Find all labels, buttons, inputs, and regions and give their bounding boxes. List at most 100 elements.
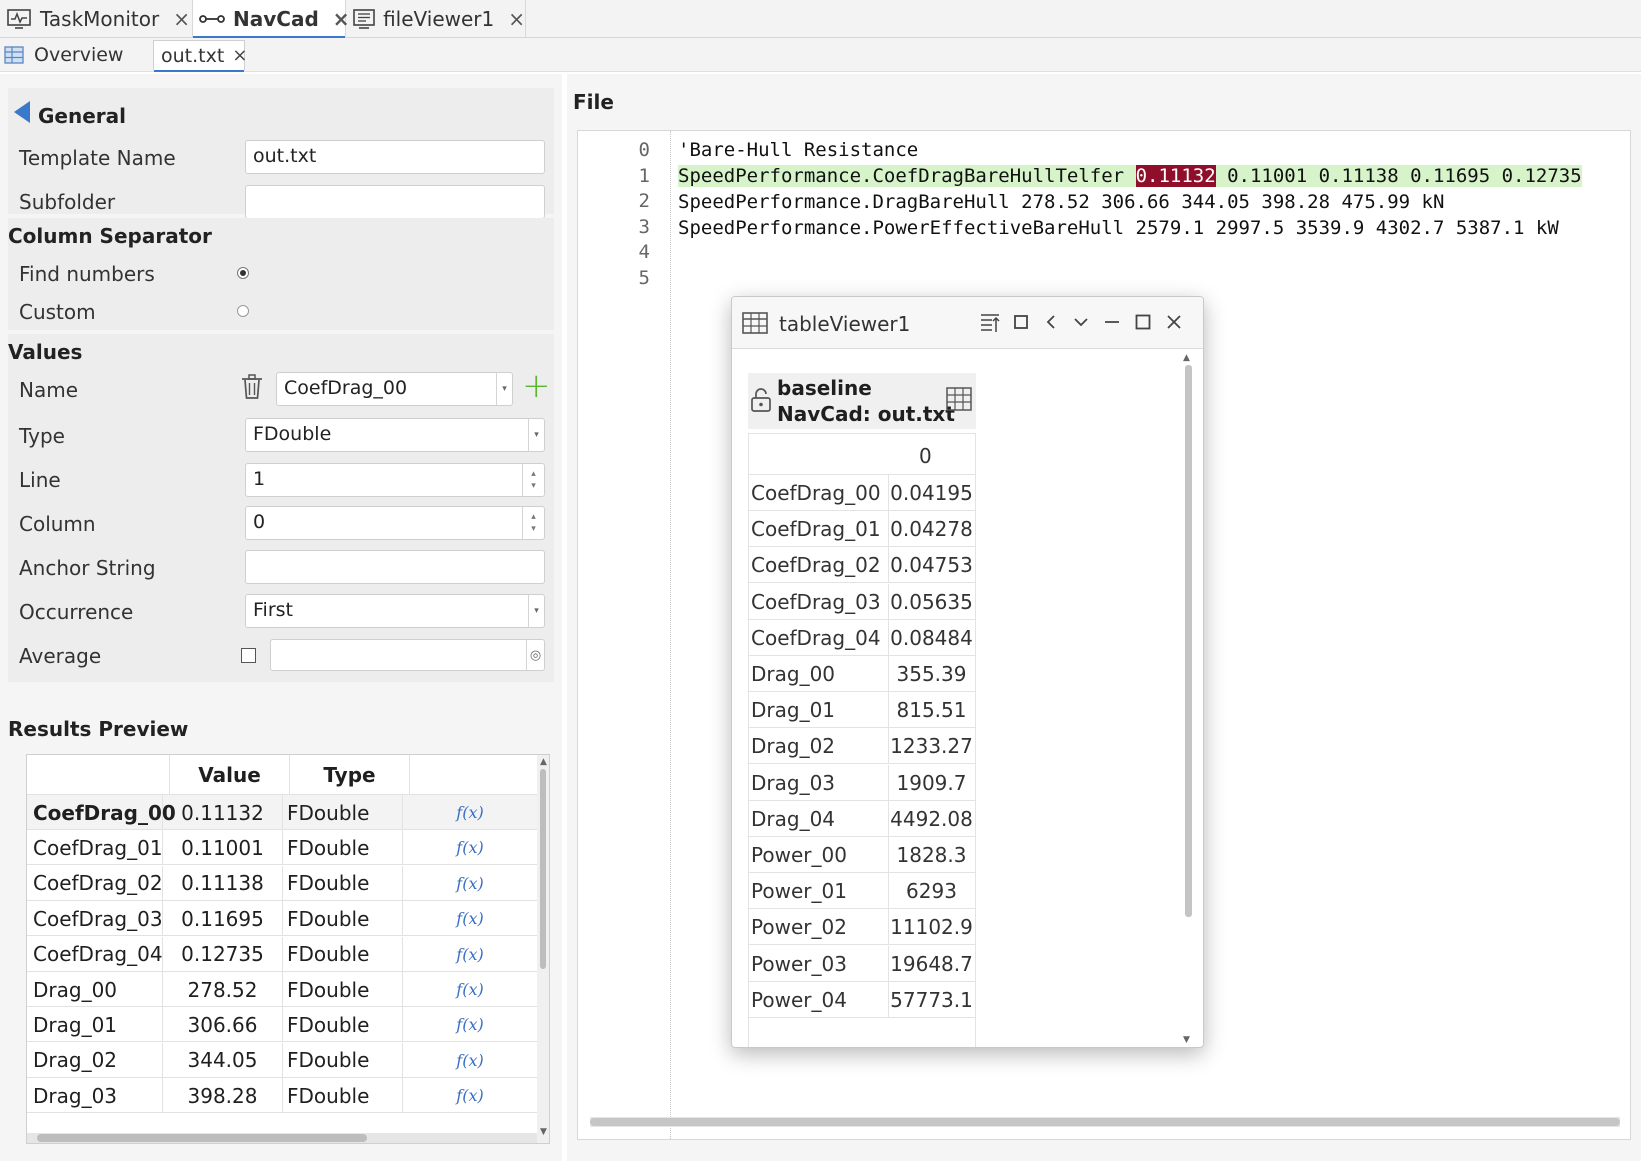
table-row[interactable]: Power_03 19648.7 — [748, 945, 976, 982]
table-row[interactable]: CoefDrag_00 0.04195 — [748, 475, 976, 511]
occurrence-select[interactable]: First ▾ — [245, 594, 545, 628]
table-row[interactable]: CoefDrag_04 0.12735 FDouble f(x) — [27, 936, 537, 972]
tab-taskmonitor[interactable]: TaskMonitor × — [0, 0, 193, 37]
trash-icon[interactable] — [241, 374, 263, 400]
table-row[interactable]: CoefDrag_02 0.04753 — [748, 547, 976, 584]
average-input[interactable]: ◎ — [270, 639, 545, 671]
spinner-arrows-icon[interactable]: ▴ ▾ — [522, 507, 544, 539]
row-name: Drag_01 — [27, 1007, 163, 1043]
file-title: File — [573, 90, 614, 114]
close-icon[interactable]: × — [173, 7, 190, 31]
tab-navcad[interactable]: NavCad × — [193, 0, 350, 39]
target-icon[interactable]: ◎ — [526, 640, 544, 670]
table-column-header-row: 0 — [748, 433, 976, 475]
table-header: Type — [290, 755, 410, 795]
table-viewer-window: tableViewer1 baseline NavCad: out.txt 0 … — [731, 296, 1204, 1048]
horizontal-scrollbar[interactable] — [590, 1117, 1620, 1127]
type-select[interactable]: FDouble ▾ — [245, 418, 545, 452]
custom-radio[interactable] — [237, 305, 249, 317]
row-value: 6293 — [888, 873, 974, 910]
name-select-value: CoefDrag_00 — [284, 377, 408, 399]
table-row[interactable]: Drag_01 815.51 — [748, 692, 976, 729]
chevron-left-icon[interactable] — [1038, 309, 1064, 335]
table-row[interactable]: Drag_04 4492.08 — [748, 800, 976, 837]
row-value: 4492.08 — [888, 800, 974, 837]
row-type: FDouble — [283, 936, 403, 972]
vertical-scrollbar[interactable]: ▲ ▼ — [537, 755, 549, 1143]
vertical-scrollbar[interactable]: ▲ ▼ — [1182, 353, 1194, 1045]
function-icon[interactable]: f(x) — [456, 874, 483, 893]
add-value-icon[interactable]: + — [522, 369, 551, 403]
close-icon[interactable] — [1161, 309, 1187, 335]
subfolder-input[interactable] — [245, 185, 545, 219]
find-numbers-radio[interactable] — [237, 267, 249, 279]
table-row[interactable]: CoefDrag_02 0.11138 FDouble f(x) — [27, 865, 537, 901]
close-icon[interactable]: × — [232, 45, 247, 66]
row-name: Drag_00 — [27, 972, 163, 1007]
table-row[interactable]: Drag_01 306.66 FDouble f(x) — [27, 1007, 537, 1043]
code-line-3[interactable]: SpeedPerformance.PowerEffectiveBareHull … — [678, 217, 1559, 239]
window-title-bar[interactable]: tableViewer1 — [732, 297, 1203, 349]
column-value: 0 — [253, 511, 266, 533]
minimize-icon[interactable] — [1099, 309, 1125, 335]
restore-icon[interactable] — [1008, 309, 1034, 335]
table-row[interactable]: CoefDrag_00 0.11132 FDouble f(x) — [27, 795, 537, 830]
table-row[interactable]: Drag_02 1233.27 — [748, 728, 976, 765]
lock-open-icon[interactable] — [750, 387, 772, 413]
row-name: Drag_01 — [751, 698, 836, 723]
table-row[interactable]: Drag_03 398.28 FDouble f(x) — [27, 1078, 537, 1114]
sort-icon[interactable] — [977, 309, 1003, 335]
function-icon[interactable]: f(x) — [456, 1086, 483, 1105]
row-name: Drag_03 — [751, 770, 836, 795]
tab-fileviewer1[interactable]: fileViewer1 × — [346, 0, 526, 37]
table-row[interactable]: CoefDrag_01 0.04278 — [748, 511, 976, 548]
table-row[interactable]: Drag_00 355.39 — [748, 656, 976, 692]
code-line-1[interactable]: SpeedPerformance.CoefDragBareHullTelfer … — [678, 165, 1582, 187]
average-checkbox[interactable] — [241, 648, 256, 663]
table-row[interactable]: Drag_02 344.05 FDouble f(x) — [27, 1042, 537, 1078]
table-row[interactable]: Power_01 6293 — [748, 873, 976, 910]
collapse-triangle-icon[interactable] — [14, 101, 30, 123]
template-name-input[interactable]: out.txt — [245, 140, 545, 174]
horizontal-scrollbar[interactable] — [27, 1133, 537, 1143]
chevron-down-icon[interactable] — [1068, 309, 1094, 335]
table-row[interactable]: CoefDrag_01 0.11001 FDouble f(x) — [27, 830, 537, 866]
grid-settings-icon[interactable] — [946, 387, 972, 411]
table-row[interactable]: Power_04 57773.1 — [748, 981, 976, 1018]
table-row[interactable]: Power_02 11102.9 — [748, 909, 976, 946]
anchor-string-input[interactable] — [245, 550, 545, 584]
name-select[interactable]: CoefDrag_00 ▾ — [276, 372, 513, 406]
row-name: CoefDrag_01 — [27, 830, 163, 866]
function-icon[interactable]: f(x) — [456, 838, 483, 857]
row-name: Drag_03 — [27, 1078, 163, 1114]
maximize-icon[interactable] — [1130, 309, 1156, 335]
table-row[interactable]: CoefDrag_04 0.08484 — [748, 619, 976, 656]
line-spinner[interactable]: 1 ▴ ▾ — [245, 463, 545, 497]
function-icon[interactable]: f(x) — [456, 945, 483, 964]
table-row[interactable]: Drag_00 278.52 FDouble f(x) — [27, 972, 537, 1007]
function-icon[interactable]: f(x) — [456, 980, 483, 999]
function-icon[interactable]: f(x) — [456, 1015, 483, 1034]
spinner-arrows-icon[interactable]: ▴ ▾ — [522, 464, 544, 496]
row-name: Power_01 — [751, 879, 847, 904]
function-icon[interactable]: f(x) — [456, 909, 483, 928]
row-type: FDouble — [283, 901, 403, 937]
table-header-row: Value Type — [27, 755, 537, 795]
table-icon — [4, 46, 24, 64]
subtab-out-txt[interactable]: out.txt × — [153, 40, 247, 72]
table-row[interactable]: Drag_03 1909.7 — [748, 764, 976, 801]
row-name: CoefDrag_00 — [27, 795, 176, 830]
function-icon[interactable]: f(x) — [456, 1051, 483, 1070]
row-value: 0.05635 — [888, 583, 974, 620]
function-icon[interactable]: f(x) — [456, 803, 483, 822]
row-value: 1909.7 — [888, 764, 974, 801]
close-icon[interactable]: × — [508, 7, 525, 31]
code-line-2[interactable]: SpeedPerformance.DragBareHull 278.52 306… — [678, 191, 1444, 213]
subtab-overview[interactable]: Overview — [4, 40, 152, 70]
table-row[interactable]: CoefDrag_03 0.11695 FDouble f(x) — [27, 901, 537, 937]
code-line-0[interactable]: 'Bare-Hull Resistance — [678, 139, 918, 161]
table-row[interactable]: Power_00 1828.3 — [748, 837, 976, 873]
column-spinner[interactable]: 0 ▴ ▾ — [245, 506, 545, 540]
table-row[interactable]: CoefDrag_03 0.05635 — [748, 583, 976, 620]
row-name: Drag_00 — [751, 662, 836, 686]
